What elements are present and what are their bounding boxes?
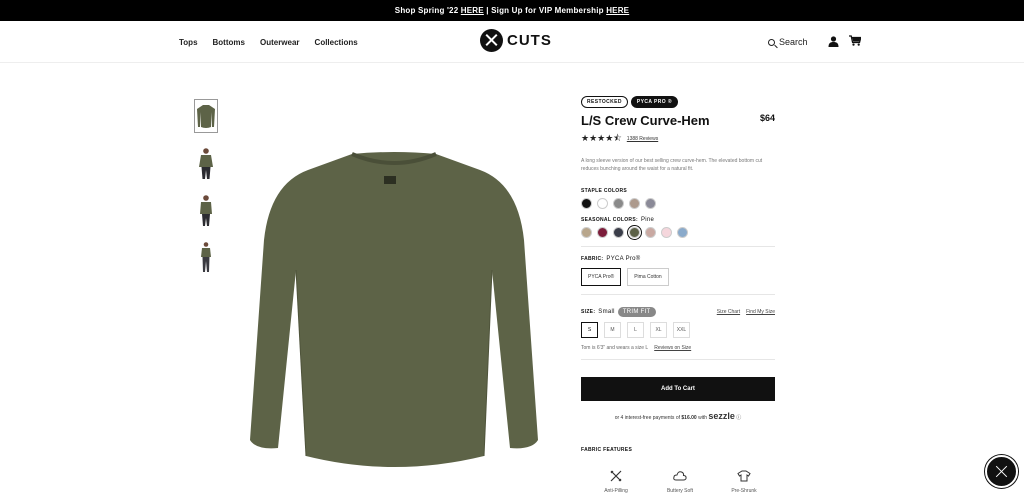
staple-swatch[interactable] <box>645 198 656 209</box>
info-icon[interactable]: ⓘ <box>736 415 741 421</box>
seasonal-swatch-selected[interactable] <box>629 227 640 238</box>
thumbnail-model-full[interactable] <box>194 240 218 274</box>
nav-item-outerwear[interactable]: Outerwear <box>260 38 300 47</box>
seasonal-swatch[interactable] <box>661 227 672 238</box>
sezzle-with: with <box>698 415 707 421</box>
seasonal-swatch[interactable] <box>613 227 624 238</box>
divider <box>581 359 775 360</box>
fabric-option-pima-cotton[interactable]: Pima Cotton <box>627 268 669 286</box>
divider <box>581 246 775 247</box>
sezzle-logo[interactable]: sezzle <box>708 411 735 421</box>
main-nav: Tops Bottoms Outerwear Collections <box>179 38 358 47</box>
brand-logo[interactable]: CUTS <box>480 29 552 52</box>
add-to-cart-button[interactable]: Add To Cart <box>581 377 775 401</box>
thumbnail-model-front[interactable] <box>194 146 218 180</box>
rating-row: ★★★★⯪ 1388 Reviews <box>581 131 775 147</box>
product-title: L/S Crew Curve-Hem <box>581 113 710 128</box>
cloud-icon <box>673 471 687 481</box>
restocked-badge: RESTOCKED <box>581 96 628 108</box>
shirt-icon <box>737 470 751 482</box>
search-label: Search <box>779 37 808 47</box>
size-label-text: SIZE: <box>581 309 596 315</box>
divider <box>581 294 775 295</box>
seasonal-swatches <box>581 227 775 238</box>
staple-colors-label: STAPLE COLORS <box>581 188 628 194</box>
feature-label: Anti-Pilling <box>604 488 628 494</box>
seasonal-swatch[interactable] <box>677 227 688 238</box>
reviews-link[interactable]: 1388 Reviews <box>627 136 658 142</box>
size-option-m[interactable]: M <box>604 322 621 338</box>
staple-swatches <box>581 198 775 209</box>
feature-buttery-soft: Buttery Soft <box>658 470 702 494</box>
seasonal-swatch[interactable] <box>645 227 656 238</box>
trim-fit-badge: TRIM FIT <box>617 307 656 317</box>
fabric-options: PYCA Pro® Pima Cotton <box>581 268 775 286</box>
fabric-features-label: FABRIC FEATURES <box>581 447 633 453</box>
anti-pilling-icon <box>610 470 622 482</box>
feature-label: Pre-Shrunk <box>731 488 757 494</box>
badge-row: RESTOCKED PYCA PRO ® <box>581 96 775 108</box>
sezzle-installments: or 4 interest-free payments of $16.00 wi… <box>581 411 775 421</box>
size-option-xxl[interactable]: XXL <box>673 322 690 338</box>
staple-swatch[interactable] <box>629 198 640 209</box>
seasonal-swatch[interactable] <box>597 227 608 238</box>
fabric-label-text: FABRIC: <box>581 256 604 262</box>
feature-pre-shrunk: Pre-Shrunk <box>722 470 766 494</box>
staple-swatch[interactable] <box>597 198 608 209</box>
size-selected: Small <box>598 309 615 315</box>
promo-banner: Shop Spring '22 HERE | Sign Up for VIP M… <box>0 0 1024 21</box>
seasonal-label-text: SEASONAL COLORS: <box>581 217 638 223</box>
seasonal-swatch[interactable] <box>581 227 592 238</box>
seasonal-selected: Pine <box>640 217 655 223</box>
account-icon[interactable] <box>828 36 839 47</box>
feature-anti-pilling: Anti-Pilling <box>594 470 638 494</box>
nav-item-bottoms[interactable]: Bottoms <box>213 38 245 47</box>
sezzle-prefix: or 4 interest-free payments of <box>614 415 680 421</box>
nav-item-collections[interactable]: Collections <box>315 38 358 47</box>
size-option-s[interactable]: S <box>581 322 598 338</box>
brand-name: CUTS <box>507 32 552 49</box>
seasonal-colors-label: SEASONAL COLORS: Pine <box>581 217 775 223</box>
fit-note: Tom is 6'3" and wears a size L <box>581 345 649 351</box>
size-chart-link[interactable]: Size Chart <box>717 309 740 315</box>
search-icon <box>768 38 775 46</box>
size-option-xl[interactable]: XL <box>650 322 667 338</box>
logo-mark-icon <box>480 29 503 52</box>
product-panel: RESTOCKED PYCA PRO ® L/S Crew Curve-Hem … <box>581 96 775 453</box>
size-options: S M L XL XXL <box>581 322 775 338</box>
shirt-flat-thumb-icon <box>197 105 215 128</box>
cart-icon[interactable] <box>849 35 861 46</box>
site-header: Tops Bottoms Outerwear Collections CUTS … <box>0 21 1024 63</box>
promo-prefix: Shop Spring '22 <box>394 6 459 15</box>
thumbnail-list <box>194 99 218 274</box>
sezzle-amount: $16.00 <box>681 415 697 421</box>
model-side-thumb-icon <box>200 195 212 226</box>
fabric-option-pyca-pro[interactable]: PYCA Pro® <box>581 268 622 286</box>
reviews-on-size-link[interactable]: Reviews on Size <box>654 345 691 351</box>
product-description: A long sleeve version of our best sellin… <box>581 158 763 172</box>
product-image <box>250 152 538 467</box>
size-label: SIZE: Small TRIM FIT <box>581 307 656 317</box>
staple-swatch[interactable] <box>581 198 592 209</box>
search-button[interactable]: Search <box>768 37 808 47</box>
thumbnail-model-side[interactable] <box>194 193 218 227</box>
star-rating-icon: ★★★★⯪ <box>581 133 622 143</box>
fabric-label: FABRIC: PYCA Pro® <box>581 256 775 262</box>
promo-vip-link[interactable]: HERE <box>606 6 629 15</box>
nav-item-tops[interactable]: Tops <box>179 38 198 47</box>
thumbnail-flat[interactable] <box>194 99 218 133</box>
model-full-thumb-icon <box>201 242 211 272</box>
feature-label: Buttery Soft <box>666 488 694 494</box>
fabric-features: Anti-Pilling Buttery Soft Pre-Shrunk <box>594 470 766 494</box>
product-price: $64 <box>759 113 775 123</box>
size-option-l[interactable]: L <box>627 322 644 338</box>
promo-shop-link[interactable]: HERE <box>461 6 484 15</box>
pyca-pro-badge: PYCA PRO ® <box>630 96 678 108</box>
chat-launcher-button[interactable] <box>985 455 1018 488</box>
model-front-thumb-icon <box>199 148 213 179</box>
staple-swatch[interactable] <box>613 198 624 209</box>
promo-middle: | Sign Up for VIP Membership <box>486 6 604 15</box>
fabric-selected: PYCA Pro® <box>606 256 641 262</box>
find-my-size-link[interactable]: Find My Size <box>746 309 775 315</box>
